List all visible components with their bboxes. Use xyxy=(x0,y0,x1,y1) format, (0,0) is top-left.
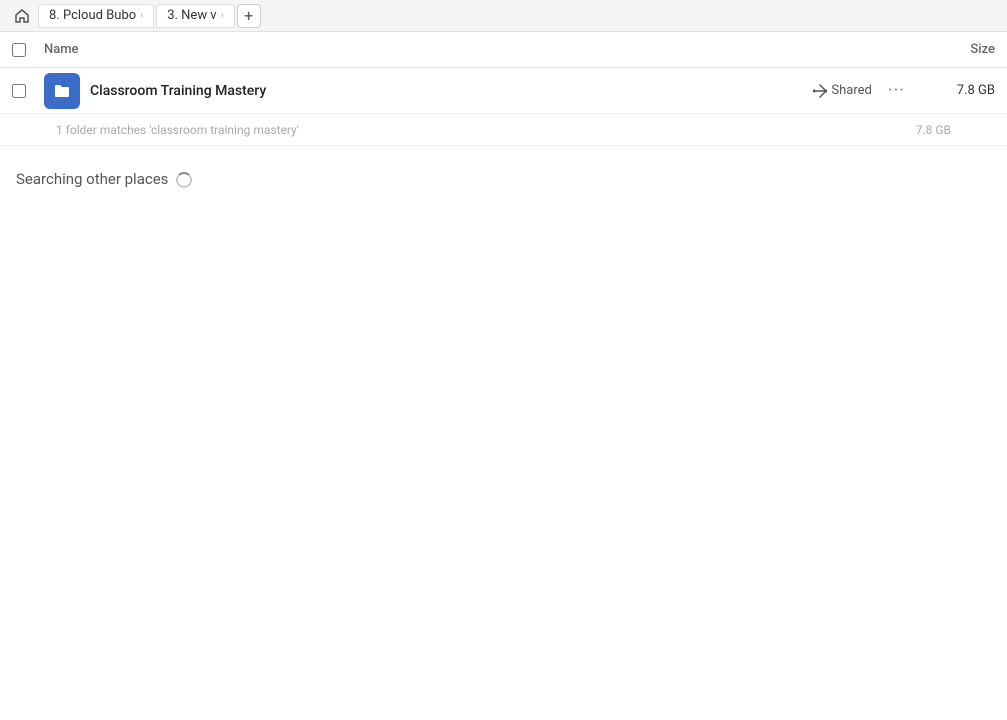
searching-label: Searching other places xyxy=(16,170,168,188)
match-info-row: 1 folder matches 'classroom training mas… xyxy=(0,114,1007,146)
column-headers: Name Size xyxy=(0,32,1007,68)
add-tab-button[interactable]: + xyxy=(237,4,261,28)
tab-pcloud-bubo[interactable]: 8. Pcloud Bubo › xyxy=(38,4,154,28)
file-checkbox[interactable] xyxy=(12,84,26,98)
file-more-button[interactable]: ··· xyxy=(888,80,905,101)
searching-spinner-icon xyxy=(176,172,190,186)
size-column-header: Size xyxy=(915,42,995,57)
searching-section: Searching other places xyxy=(0,146,1007,188)
file-checkbox-container[interactable] xyxy=(12,84,44,98)
file-row[interactable]: Classroom Training Mastery Shared ··· 7.… xyxy=(0,68,1007,114)
file-folder-icon xyxy=(44,73,80,109)
select-all-checkbox[interactable] xyxy=(12,43,26,57)
name-column-header: Name xyxy=(44,42,915,57)
select-all-checkbox-container[interactable] xyxy=(12,43,44,57)
tab1-chevron-icon: › xyxy=(140,10,143,21)
home-tab[interactable] xyxy=(8,4,36,28)
match-size-label: 7.8 GB xyxy=(916,123,951,137)
file-name-label: Classroom Training Mastery xyxy=(90,83,813,99)
tab2-chevron-icon: › xyxy=(221,10,224,21)
file-shared-badge: Shared xyxy=(813,83,871,98)
file-size-label: 7.8 GB xyxy=(925,83,995,98)
tab-new-v[interactable]: 3. New v › xyxy=(156,4,234,28)
match-text-label: 1 folder matches 'classroom training mas… xyxy=(56,123,916,137)
tab-bar: 8. Pcloud Bubo › 3. New v › + xyxy=(0,0,1007,32)
